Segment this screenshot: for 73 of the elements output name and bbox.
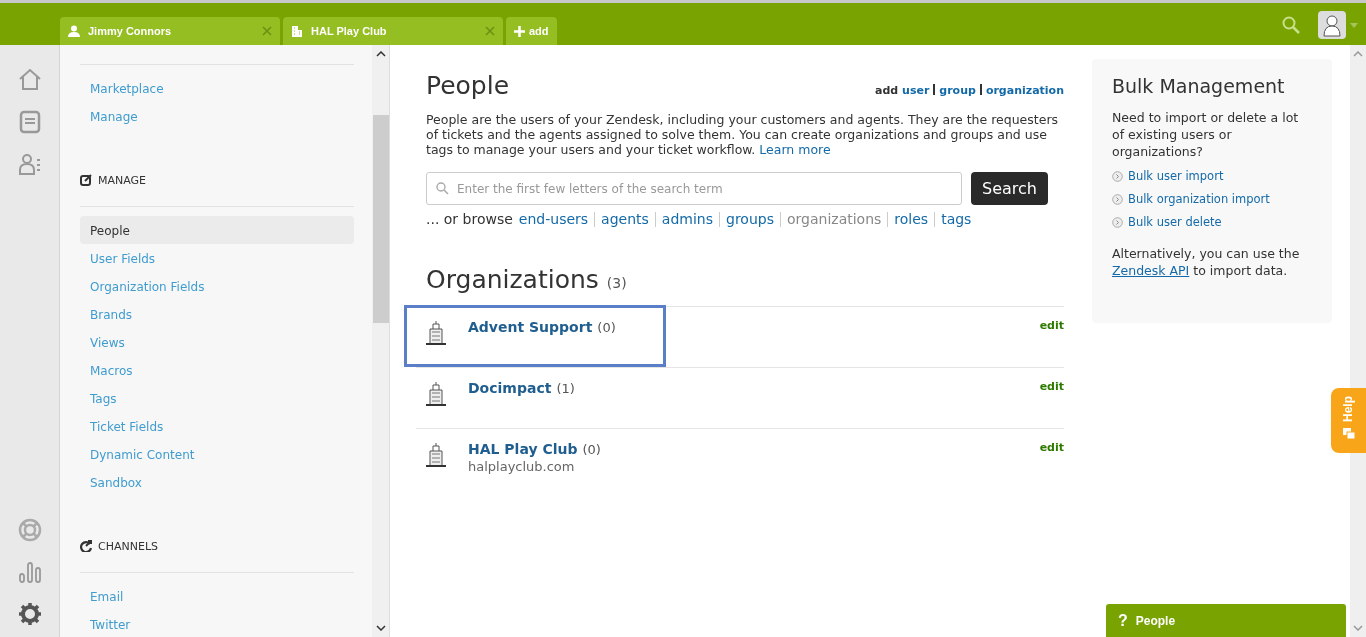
browse-link[interactable]: tags: [941, 211, 972, 227]
browse-link[interactable]: groups: [726, 211, 774, 227]
scrollbar[interactable]: [372, 45, 390, 637]
section-title: Organizations: [426, 265, 599, 294]
share-icon: [80, 540, 92, 552]
sidebar-item[interactable]: User Fields: [80, 244, 354, 272]
bulk-link[interactable]: Bulk user delete: [1128, 215, 1222, 229]
building-icon: [291, 25, 303, 37]
plus-icon: [514, 25, 525, 37]
sidebar-item[interactable]: Views: [80, 328, 354, 356]
browse-link[interactable]: admins: [661, 211, 714, 227]
panel-text: Need to import or delete a lot of existing users or organizations?: [1112, 109, 1300, 160]
edit-link[interactable]: edit: [1039, 319, 1064, 367]
bar-chart-icon[interactable]: [16, 559, 43, 585]
add-link[interactable]: group: [939, 84, 976, 97]
search-field[interactable]: Enter the first few letters of the search term: [426, 172, 962, 205]
sidebar-item[interactable]: People: [80, 216, 354, 244]
person-icon: [68, 25, 80, 37]
user-count: (0): [597, 320, 616, 335]
chevron-circle-icon: [1112, 216, 1123, 228]
browse-link[interactable]: agents: [601, 211, 649, 227]
section-heading: MANAGE: [98, 173, 147, 187]
sidebar-item[interactable]: Brands: [80, 300, 354, 328]
learn-more-link[interactable]: Learn more: [759, 142, 831, 157]
search-icon: [436, 182, 449, 195]
add-label: add: [875, 84, 900, 97]
chevron-circle-icon: [1112, 170, 1123, 182]
api-link[interactable]: Zendesk API: [1112, 263, 1190, 278]
browse-link[interactable]: end-users: [518, 211, 589, 227]
close-icon: [262, 26, 272, 36]
sidebar-item[interactable]: Dynamic Content: [80, 440, 354, 468]
organization-name-link[interactable]: Docimpact: [468, 380, 552, 396]
sidebar-item[interactable]: Marketplace: [80, 74, 354, 102]
organization-domain: halplayclub.com: [468, 459, 576, 474]
panel-text: Alternatively, you can use the Zendesk API to import data.: [1112, 245, 1301, 279]
sidebar-item[interactable]: Macros: [80, 356, 354, 384]
caret-icon: [1350, 22, 1358, 28]
sidebar-item[interactable]: Organization Fields: [80, 272, 354, 300]
description: People are the users of your Zendesk, including your customers and agents. They are the requesters of tickets and the agents assigned to solve them. You can create organizations and groups and use tags to manage your users and your ticket workflow. Learn more: [426, 112, 1060, 157]
section-heading: CHANNELS: [98, 539, 158, 553]
organization-count: (3): [606, 275, 627, 291]
close-icon: [485, 26, 495, 36]
page-title: People: [426, 71, 510, 100]
organization-name-link[interactable]: Advent Support: [468, 319, 593, 335]
browse-link[interactable]: organizations: [787, 211, 882, 227]
user-count: (0): [582, 442, 601, 457]
panel-title: Bulk Management: [1112, 75, 1286, 97]
user-count: (1): [556, 381, 575, 396]
search-icon: [1282, 16, 1300, 34]
add-link[interactable]: user: [902, 84, 930, 97]
edit-icon: [80, 174, 92, 186]
lifebuoy-icon[interactable]: [16, 517, 43, 543]
browse-link[interactable]: roles: [894, 211, 929, 227]
person-list-icon[interactable]: [16, 151, 43, 177]
browse-label: ... or browse: [426, 211, 513, 227]
sidebar-item[interactable]: Twitter: [80, 610, 354, 637]
chat-icon: [1342, 427, 1355, 440]
add-link[interactable]: organization: [985, 84, 1064, 97]
search-button[interactable]: Search: [971, 172, 1048, 205]
avatar[interactable]: [1318, 11, 1346, 39]
sidebar-item[interactable]: Manage: [80, 102, 354, 130]
chevron-circle-icon: [1112, 193, 1123, 205]
edit-link[interactable]: edit: [1039, 441, 1064, 489]
sidebar-item[interactable]: Ticket Fields: [80, 412, 354, 440]
help-widget-button[interactable]: ? People: [1106, 604, 1346, 637]
settings-icon[interactable]: [16, 601, 43, 627]
bulk-link[interactable]: Bulk organization import: [1128, 192, 1270, 206]
sidebar-item[interactable]: Sandbox: [80, 468, 354, 496]
organization-name-link[interactable]: HAL Play Club: [468, 441, 578, 457]
sidebar-item[interactable]: Tags: [80, 384, 354, 412]
bulk-link[interactable]: Bulk user import: [1128, 169, 1224, 183]
sidebar-item[interactable]: Email: [80, 582, 354, 610]
edit-link[interactable]: edit: [1039, 380, 1064, 428]
